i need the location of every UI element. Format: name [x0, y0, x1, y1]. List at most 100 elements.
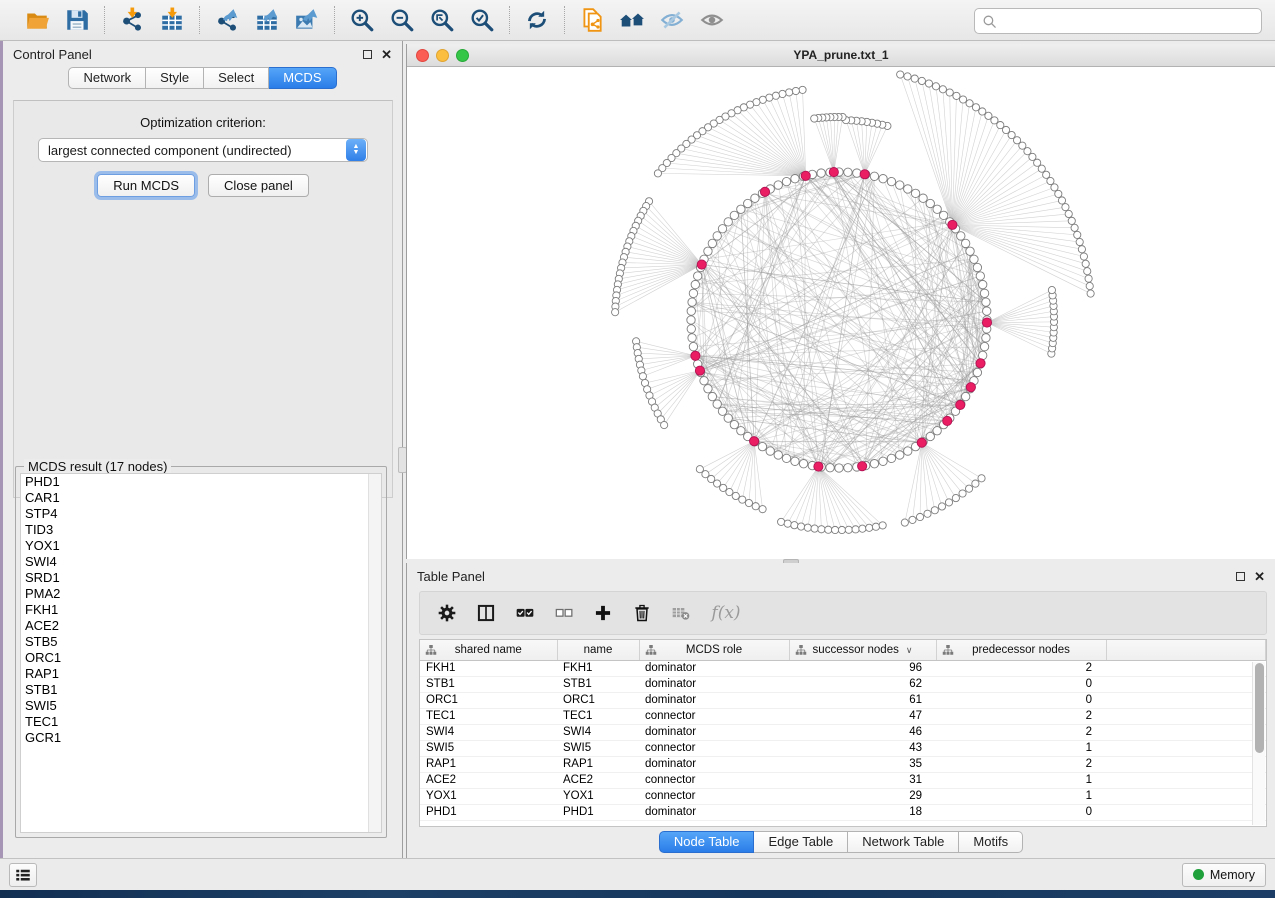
column-header-successor-nodes[interactable]: successor nodes∨ [789, 640, 936, 660]
close-panel-button[interactable]: Close panel [208, 174, 309, 197]
tab-motifs[interactable]: Motifs [959, 831, 1023, 853]
refresh-layout-icon[interactable] [522, 5, 552, 35]
column-header-predecessor-nodes[interactable]: predecessor nodes [936, 640, 1106, 660]
network-graph[interactable] [407, 67, 1274, 558]
criterion-dropdown[interactable]: largest connected component (undirected)… [38, 138, 368, 162]
control-panel: Control Panel ✕ NetworkStyleSelectMCDS O… [3, 41, 403, 858]
maximize-window-icon[interactable] [456, 49, 469, 62]
mcds-result-item[interactable]: GCR1 [21, 730, 381, 746]
mcds-result-item[interactable]: PMA2 [21, 586, 381, 602]
org-chart-icon [425, 644, 437, 656]
mcds-result-item[interactable]: STB5 [21, 634, 381, 650]
search-icon [981, 13, 998, 30]
mcds-list-scrollbar[interactable] [368, 474, 381, 832]
table-row[interactable]: STB1STB1dominator620 [420, 676, 1266, 692]
add-row-icon[interactable] [592, 602, 614, 624]
table-row[interactable]: PHD1PHD1dominator180 [420, 804, 1266, 820]
save-session-icon[interactable] [62, 5, 92, 35]
export-network-icon[interactable] [212, 5, 242, 35]
mcds-result-item[interactable]: ACE2 [21, 618, 381, 634]
search-box[interactable] [974, 8, 1262, 34]
hide-selected-icon[interactable] [657, 5, 687, 35]
task-history-button[interactable] [9, 863, 37, 887]
table-row[interactable]: YOX1YOX1connector291 [420, 788, 1266, 804]
float-table-panel-icon[interactable] [1236, 572, 1245, 581]
mcds-result-item[interactable]: SRD1 [21, 570, 381, 586]
mcds-result-item[interactable]: STP4 [21, 506, 381, 522]
search-input[interactable] [998, 11, 1261, 31]
delete-table-icon [670, 602, 692, 624]
close-table-panel-icon[interactable]: ✕ [1254, 572, 1265, 581]
import-network-icon[interactable] [117, 5, 147, 35]
memory-status-icon [1193, 869, 1204, 880]
table-scrollbar-thumb[interactable] [1255, 663, 1264, 753]
zoom-out-icon[interactable] [387, 5, 417, 35]
table-panel-titlebar: Table Panel ✕ [407, 563, 1275, 589]
mcds-result-item[interactable]: RAP1 [21, 666, 381, 682]
zoom-selected-icon[interactable] [467, 5, 497, 35]
close-window-icon[interactable] [416, 49, 429, 62]
float-panel-icon[interactable] [363, 50, 372, 59]
run-mcds-button[interactable]: Run MCDS [97, 174, 195, 197]
table-scrollbar[interactable] [1252, 662, 1265, 825]
mcds-result-item[interactable]: STB1 [21, 682, 381, 698]
close-panel-icon[interactable]: ✕ [381, 50, 392, 59]
zoom-in-icon[interactable] [347, 5, 377, 35]
columns-icon[interactable] [475, 602, 497, 624]
settings-icon[interactable] [436, 602, 458, 624]
zoom-fit-icon[interactable] [427, 5, 457, 35]
optimization-criterion-label: Optimization criterion: [14, 115, 392, 130]
select-all-icon[interactable] [514, 602, 536, 624]
mcds-result-item[interactable]: SWI5 [21, 698, 381, 714]
network-canvas[interactable] [407, 67, 1274, 558]
first-neighbors-icon[interactable] [617, 5, 647, 35]
control-panel-titlebar: Control Panel ✕ [3, 41, 402, 67]
mcds-result-item[interactable]: FKH1 [21, 602, 381, 618]
status-bar: Memory [0, 858, 1275, 890]
tab-mcds[interactable]: MCDS [269, 67, 336, 89]
table-row[interactable]: ORC1ORC1dominator610 [420, 692, 1266, 708]
export-table-icon[interactable] [252, 5, 282, 35]
network-window-titlebar[interactable]: YPA_prune.txt_1 [407, 44, 1275, 67]
tab-edge-table[interactable]: Edge Table [754, 831, 848, 853]
minimize-window-icon[interactable] [436, 49, 449, 62]
dropdown-stepper-icon: ▲▼ [346, 139, 366, 161]
mcds-result-item[interactable]: PHD1 [21, 474, 381, 490]
memory-label: Memory [1210, 868, 1255, 882]
export-image-icon[interactable] [292, 5, 322, 35]
mcds-result-list[interactable]: PHD1CAR1STP4TID3YOX1SWI4SRD1PMA2FKH1ACE2… [20, 473, 382, 833]
table-row[interactable]: SWI5SWI5connector431 [420, 740, 1266, 756]
mcds-result-item[interactable]: CAR1 [21, 490, 381, 506]
mcds-result-item[interactable]: ORC1 [21, 650, 381, 666]
delete-row-icon[interactable] [631, 602, 653, 624]
tab-node-table[interactable]: Node Table [659, 831, 755, 853]
table-row[interactable]: FKH1FKH1dominator962 [420, 660, 1266, 676]
table-row[interactable]: RAP1RAP1dominator352 [420, 756, 1266, 772]
column-header-MCDS-role[interactable]: MCDS role [639, 640, 789, 660]
column-header-shared-name[interactable]: shared name [420, 640, 557, 660]
table-row[interactable]: SWI4SWI4dominator462 [420, 724, 1266, 740]
function-builder-icon: f(x) [709, 602, 743, 624]
table-panel-title: Table Panel [417, 569, 485, 584]
mcds-result-item[interactable]: YOX1 [21, 538, 381, 554]
tab-network[interactable]: Network [68, 67, 146, 89]
deselect-all-icon[interactable] [553, 602, 575, 624]
sort-descending-icon: ∨ [906, 645, 913, 655]
mcds-result-item[interactable]: TEC1 [21, 714, 381, 730]
table-row[interactable]: TEC1TEC1connector472 [420, 708, 1266, 724]
table-toolbar: f(x) [419, 591, 1267, 635]
tab-style[interactable]: Style [146, 67, 204, 89]
duplicate-network-icon[interactable] [577, 5, 607, 35]
tab-network-table[interactable]: Network Table [848, 831, 959, 853]
mcds-result-item[interactable]: TID3 [21, 522, 381, 538]
memory-button[interactable]: Memory [1182, 863, 1266, 887]
column-header-name[interactable]: name [557, 640, 639, 660]
import-table-icon[interactable] [157, 5, 187, 35]
mcds-result-groupbox: MCDS result (17 nodes) PHD1CAR1STP4TID3Y… [15, 466, 387, 838]
show-all-icon[interactable] [697, 5, 727, 35]
tab-select[interactable]: Select [204, 67, 269, 89]
open-file-icon[interactable] [22, 5, 52, 35]
mcds-result-item[interactable]: SWI4 [21, 554, 381, 570]
table-row[interactable]: ACE2ACE2connector311 [420, 772, 1266, 788]
node-table[interactable]: shared namenameMCDS rolesuccessor nodes∨… [419, 639, 1267, 827]
